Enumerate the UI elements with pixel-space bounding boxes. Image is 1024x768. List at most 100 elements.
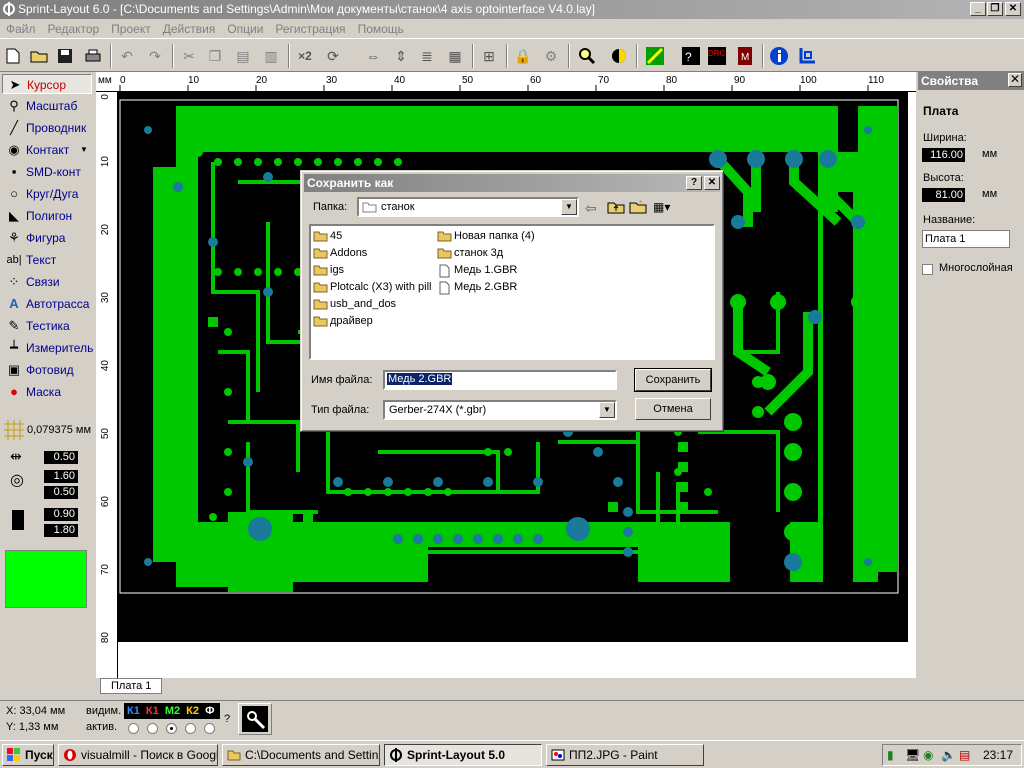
volume-icon[interactable]: 🔈 xyxy=(941,748,956,762)
list-item[interactable]: Новая папка (4) xyxy=(437,228,535,244)
info-icon[interactable] xyxy=(768,45,790,67)
tab-board-1[interactable]: Плата 1 xyxy=(100,678,163,694)
print-icon[interactable] xyxy=(82,45,104,67)
maximize-button[interactable]: ❐ xyxy=(987,2,1003,16)
save-button[interactable]: Сохранить xyxy=(634,368,712,392)
unlock-icon[interactable]: ⚙ xyxy=(540,45,562,67)
tool-measure[interactable]: ┷ Измеритель xyxy=(2,338,93,358)
board-name-input[interactable]: Плата 1 xyxy=(922,230,1010,248)
macro-icon[interactable]: M xyxy=(734,45,756,67)
layer-k1b-toggle[interactable]: К1 xyxy=(146,705,159,717)
back-icon[interactable]: ⇦ xyxy=(585,200,603,216)
mirror-h-icon[interactable]: ⇔ xyxy=(362,45,384,67)
group-icon[interactable]: ▦ xyxy=(444,45,466,67)
layer-k1-toggle[interactable]: К1 xyxy=(127,705,140,717)
connection-tool-button[interactable] xyxy=(238,703,272,735)
cancel-button[interactable]: Отмена xyxy=(635,398,711,420)
language-flag-icon[interactable]: ▤ xyxy=(959,748,970,762)
tool-shape[interactable]: ⚘ Фигура xyxy=(2,228,92,248)
active-radio-1[interactable] xyxy=(128,723,139,734)
new-file-icon[interactable] xyxy=(2,45,24,67)
list-item[interactable]: igs xyxy=(313,262,344,278)
tool-test[interactable]: ✎ Тестика xyxy=(2,316,92,336)
task-opera[interactable]: visualmill - Поиск в Googl... xyxy=(58,744,218,766)
menu-registration[interactable]: Регистрация xyxy=(269,19,351,36)
dialog-title-bar[interactable]: Сохранить как ? ✕ xyxy=(304,174,720,192)
pad-outer-field[interactable]: 1.60 xyxy=(44,470,78,483)
task-paint[interactable]: ПП2.JPG - Paint xyxy=(546,744,704,766)
menu-help[interactable]: Помощь xyxy=(352,19,410,36)
properties-close-button[interactable]: ✕ xyxy=(1008,73,1022,87)
tool-smd[interactable]: ▪ SMD-конт xyxy=(2,162,92,182)
photo-edit-icon[interactable] xyxy=(644,45,666,67)
list-item[interactable]: драйвер xyxy=(313,313,373,329)
grid-value[interactable]: 0,079375 мм xyxy=(27,424,91,436)
up-folder-icon[interactable] xyxy=(607,200,625,216)
grid-icon[interactable] xyxy=(4,420,24,440)
task-explorer[interactable]: C:\Documents and Settin... xyxy=(222,744,380,766)
start-button[interactable]: Пуск xyxy=(2,744,54,766)
list-item[interactable]: Addons xyxy=(313,245,367,261)
redo-icon[interactable]: ↷ xyxy=(144,45,166,67)
rotate-icon[interactable]: ⟳ xyxy=(322,45,344,67)
dialog-help-button[interactable]: ? xyxy=(686,176,702,190)
new-folder-icon[interactable]: * xyxy=(629,199,647,216)
tool-autoroute[interactable]: A Автотрасса xyxy=(2,294,92,314)
menu-edit[interactable]: Редактор xyxy=(42,19,106,36)
clock[interactable]: 23:17 xyxy=(983,748,1013,762)
folder-select[interactable]: станок ▼ xyxy=(357,197,579,217)
tool-track[interactable]: ╱ Проводник xyxy=(2,118,92,138)
layer-help[interactable]: ? xyxy=(224,713,230,725)
lock-icon[interactable]: 🔒 xyxy=(512,45,534,67)
copy-icon[interactable]: ❐ xyxy=(204,45,226,67)
duplicate-button[interactable]: ×2 xyxy=(294,45,316,67)
scanner-icon[interactable] xyxy=(796,45,818,67)
multilayer-checkbox[interactable] xyxy=(922,264,933,275)
view-menu-icon[interactable]: ▦▾ xyxy=(653,200,679,216)
smd-height-field[interactable]: 1.80 xyxy=(44,524,78,537)
cut-icon[interactable]: ✂ xyxy=(178,45,200,67)
zoom-icon[interactable] xyxy=(576,45,598,67)
title-bar[interactable]: Sprint-Layout 6.0 - [C:\Documents and Se… xyxy=(0,0,1024,19)
tool-mask[interactable]: ● Маска xyxy=(2,382,92,402)
undo-icon[interactable]: ↶ xyxy=(116,45,138,67)
tool-photoview[interactable]: ▣ Фотовид xyxy=(2,360,92,380)
open-folder-icon[interactable] xyxy=(28,45,50,67)
filename-input[interactable]: Медь 2.GBR xyxy=(383,370,617,390)
pad-inner-field[interactable]: 0.50 xyxy=(44,486,78,499)
drc-icon[interactable]: DRC xyxy=(706,45,728,67)
file-list[interactable]: 45 Addons igs Plotcalc (X3) with pill us… xyxy=(309,224,715,360)
menu-actions[interactable]: Действия xyxy=(157,19,222,36)
tool-polygon[interactable]: ◣ Полигон xyxy=(2,206,92,226)
list-item[interactable]: Plotcalc (X3) with pill xyxy=(313,279,431,295)
tool-zoom[interactable]: ⚲ Масштаб xyxy=(2,96,92,116)
paste-icon[interactable]: ▤ xyxy=(232,45,254,67)
antivirus-icon[interactable]: ◉ xyxy=(923,748,933,762)
list-item[interactable]: Медь 1.GBR xyxy=(437,262,517,278)
filetype-select[interactable]: Gerber-274X (*.gbr) ▼ xyxy=(383,400,617,420)
active-radio-2[interactable] xyxy=(147,723,158,734)
active-radio-5[interactable] xyxy=(204,723,215,734)
list-item[interactable]: usb_and_dos xyxy=(313,296,396,312)
layer-m2-toggle[interactable]: М2 xyxy=(165,705,180,717)
tool-circle[interactable]: ○ Круг/Дуга xyxy=(2,184,92,204)
component-list-icon[interactable]: ? xyxy=(680,45,702,67)
align-icon[interactable]: ≣ xyxy=(416,45,438,67)
height-field[interactable]: 81.00 xyxy=(922,188,965,202)
component-icon[interactable]: ⊞ xyxy=(478,45,500,67)
list-item[interactable]: 45 xyxy=(313,228,342,244)
smd-width-field[interactable]: 0.90 xyxy=(44,508,78,521)
chevron-down-icon[interactable]: ▼ xyxy=(80,140,88,160)
list-item[interactable]: Медь 2.GBR xyxy=(437,279,517,295)
list-item[interactable]: станок 3д xyxy=(437,245,503,261)
network-icon[interactable]: ▮ xyxy=(887,748,894,762)
monitor-icon[interactable]: 🖥 xyxy=(905,748,920,762)
dialog-close-button[interactable]: ✕ xyxy=(704,176,720,190)
active-radio-3[interactable] xyxy=(166,723,177,734)
tool-cursor[interactable]: ➤ Курсор xyxy=(2,74,92,94)
close-button[interactable]: ✕ xyxy=(1005,2,1021,16)
tool-connections[interactable]: ⁘ Связи xyxy=(2,272,92,292)
minimize-button[interactable]: _ xyxy=(970,2,986,16)
chevron-down-icon[interactable]: ▼ xyxy=(561,199,577,215)
task-sprint-layout[interactable]: Sprint-Layout 5.0 xyxy=(384,744,542,766)
